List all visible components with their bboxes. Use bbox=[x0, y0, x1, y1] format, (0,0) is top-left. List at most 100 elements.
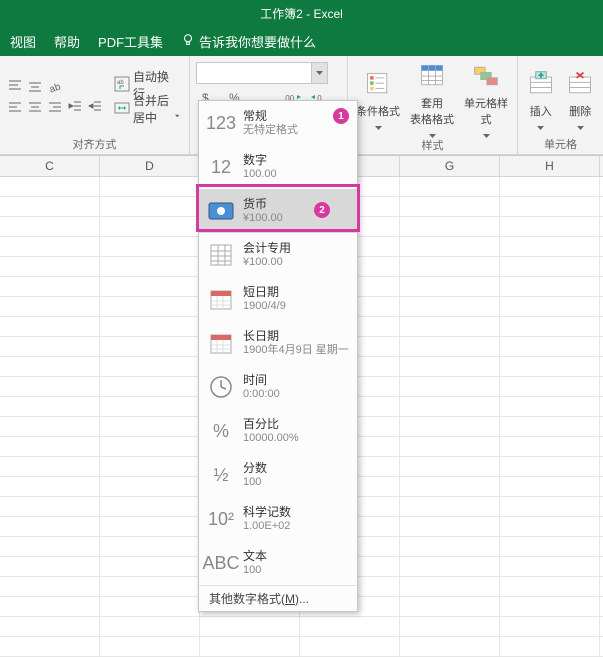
cell[interactable] bbox=[500, 477, 600, 496]
cell[interactable] bbox=[100, 337, 200, 356]
orientation-button[interactable]: ab bbox=[46, 78, 64, 96]
cell[interactable] bbox=[0, 217, 100, 236]
cell[interactable] bbox=[500, 337, 600, 356]
cell[interactable] bbox=[400, 377, 500, 396]
cell[interactable] bbox=[100, 217, 200, 236]
cell[interactable] bbox=[500, 457, 600, 476]
cell[interactable] bbox=[400, 277, 500, 296]
cell[interactable] bbox=[400, 197, 500, 216]
cell[interactable] bbox=[400, 597, 500, 616]
increase-indent-button[interactable] bbox=[86, 98, 104, 116]
cell[interactable] bbox=[500, 297, 600, 316]
cell[interactable] bbox=[400, 537, 500, 556]
cell[interactable] bbox=[200, 617, 300, 636]
cell[interactable] bbox=[500, 217, 600, 236]
cell[interactable] bbox=[0, 597, 100, 616]
cell[interactable] bbox=[0, 457, 100, 476]
cell[interactable] bbox=[400, 417, 500, 436]
format-option-会计专用[interactable]: 会计专用¥100.00 bbox=[199, 233, 357, 277]
cell[interactable] bbox=[500, 257, 600, 276]
tab-view[interactable]: 视图 bbox=[10, 32, 36, 51]
cell[interactable] bbox=[400, 437, 500, 456]
cell[interactable] bbox=[100, 457, 200, 476]
cell[interactable] bbox=[100, 577, 200, 596]
col-header[interactable]: G bbox=[400, 156, 500, 176]
cell[interactable] bbox=[100, 597, 200, 616]
cell[interactable] bbox=[0, 417, 100, 436]
number-format-dropdown-button[interactable] bbox=[311, 63, 327, 83]
cell[interactable] bbox=[400, 237, 500, 256]
cell[interactable] bbox=[100, 277, 200, 296]
cell[interactable] bbox=[400, 337, 500, 356]
cell[interactable] bbox=[400, 397, 500, 416]
format-option-百分比[interactable]: %百分比10000.00% bbox=[199, 409, 357, 453]
merge-center-button[interactable]: 合并后居中 bbox=[110, 98, 183, 120]
cell[interactable] bbox=[500, 357, 600, 376]
cell[interactable] bbox=[0, 557, 100, 576]
cell[interactable] bbox=[0, 617, 100, 636]
cell[interactable] bbox=[100, 477, 200, 496]
format-option-科学记数[interactable]: 10²科学记数1.00E+02 bbox=[199, 497, 357, 541]
cell[interactable] bbox=[500, 497, 600, 516]
cell[interactable] bbox=[0, 297, 100, 316]
cell[interactable] bbox=[400, 477, 500, 496]
cell[interactable] bbox=[0, 377, 100, 396]
cell[interactable] bbox=[0, 317, 100, 336]
cell[interactable] bbox=[100, 197, 200, 216]
delete-cells-button[interactable]: 删除 bbox=[564, 68, 598, 127]
cell[interactable] bbox=[0, 477, 100, 496]
cell[interactable] bbox=[500, 617, 600, 636]
cell[interactable] bbox=[0, 337, 100, 356]
cell[interactable] bbox=[100, 437, 200, 456]
cell[interactable] bbox=[100, 297, 200, 316]
format-option-常规[interactable]: 123常规无特定格式 bbox=[199, 101, 357, 145]
cell[interactable] bbox=[0, 497, 100, 516]
cell[interactable] bbox=[0, 197, 100, 216]
cell[interactable] bbox=[500, 177, 600, 196]
cell[interactable] bbox=[400, 457, 500, 476]
cell[interactable] bbox=[500, 377, 600, 396]
more-number-formats[interactable]: 其他数字格式(M)... bbox=[199, 585, 357, 611]
cell[interactable] bbox=[0, 177, 100, 196]
cell[interactable] bbox=[400, 297, 500, 316]
cell[interactable] bbox=[400, 557, 500, 576]
format-option-短日期[interactable]: 短日期1900/4/9 bbox=[199, 277, 357, 321]
col-header[interactable]: C bbox=[0, 156, 100, 176]
decrease-indent-button[interactable] bbox=[66, 98, 84, 116]
cell[interactable] bbox=[0, 277, 100, 296]
cell[interactable] bbox=[500, 237, 600, 256]
cell[interactable] bbox=[0, 537, 100, 556]
cell[interactable] bbox=[500, 517, 600, 536]
align-right-button[interactable] bbox=[46, 98, 64, 116]
cell[interactable] bbox=[100, 377, 200, 396]
cell[interactable] bbox=[400, 357, 500, 376]
cell[interactable] bbox=[400, 177, 500, 196]
cell[interactable] bbox=[400, 217, 500, 236]
cell[interactable] bbox=[0, 397, 100, 416]
cell[interactable] bbox=[400, 497, 500, 516]
cell[interactable] bbox=[100, 617, 200, 636]
cell[interactable] bbox=[100, 317, 200, 336]
cell[interactable] bbox=[500, 537, 600, 556]
align-left-button[interactable] bbox=[6, 98, 24, 116]
tab-pdf[interactable]: PDF工具集 bbox=[98, 32, 163, 51]
format-option-文本[interactable]: ABC文本100 bbox=[199, 541, 357, 585]
format-as-table-button[interactable]: 套用 表格格式 bbox=[408, 60, 456, 135]
format-option-分数[interactable]: ½分数100 bbox=[199, 453, 357, 497]
cell[interactable] bbox=[500, 597, 600, 616]
cell[interactable] bbox=[300, 617, 400, 636]
conditional-formatting-button[interactable]: 条件格式 bbox=[354, 68, 402, 127]
cell[interactable] bbox=[500, 557, 600, 576]
align-center-button[interactable] bbox=[26, 98, 44, 116]
cell[interactable] bbox=[400, 257, 500, 276]
format-option-时间[interactable]: 时间0:00:00 bbox=[199, 365, 357, 409]
cell[interactable] bbox=[0, 257, 100, 276]
cell[interactable] bbox=[100, 257, 200, 276]
cell[interactable] bbox=[500, 437, 600, 456]
cell[interactable] bbox=[500, 277, 600, 296]
col-header[interactable]: H bbox=[500, 156, 600, 176]
format-option-长日期[interactable]: 长日期1900年4月9日 星期一 bbox=[199, 321, 357, 365]
number-format-combo[interactable] bbox=[196, 62, 328, 84]
cell[interactable] bbox=[500, 397, 600, 416]
cell[interactable] bbox=[0, 437, 100, 456]
